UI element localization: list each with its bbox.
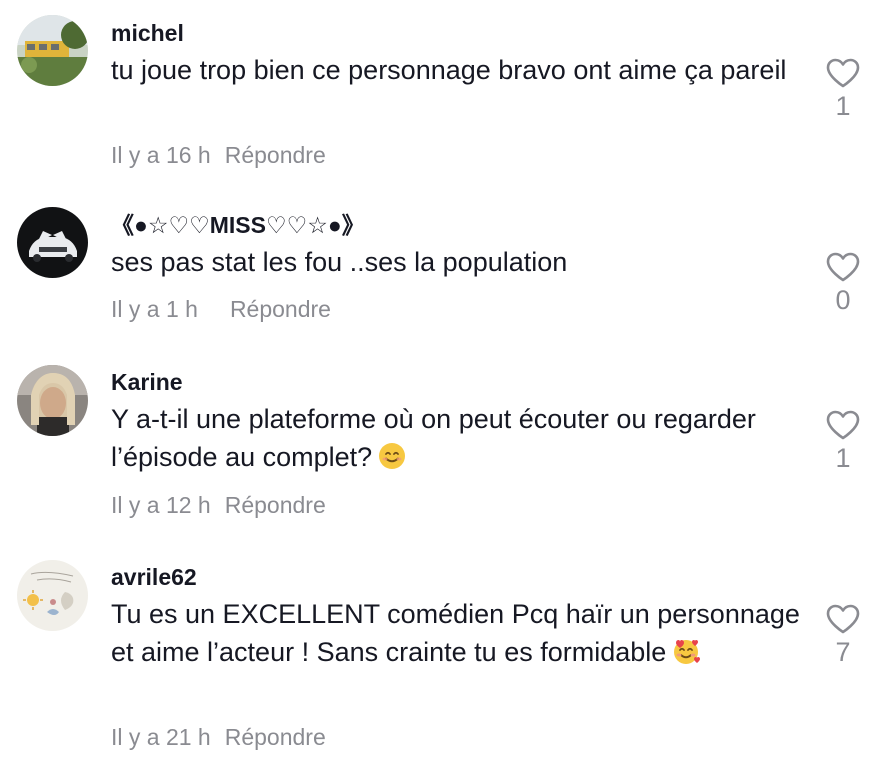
comment-meta: Il y a 1 h Répondre — [111, 296, 331, 323]
like-count: 7 — [835, 637, 851, 667]
timestamp: Il y a 1 h — [111, 296, 198, 322]
reply-button[interactable]: Répondre — [225, 142, 326, 168]
comment-text-content: Y a-t-il une plateforme où on peut écout… — [111, 404, 756, 472]
reply-button[interactable]: Répondre — [230, 296, 331, 322]
heart-icon[interactable] — [826, 58, 860, 88]
reply-button[interactable]: Répondre — [225, 492, 326, 518]
comment-text: Tu es un EXCELLENT comédien Pcq haïr un … — [111, 595, 801, 671]
like-count: 1 — [835, 443, 851, 473]
smiling-face-with-hearts-emoji — [674, 640, 701, 664]
timestamp: Il y a 16 h — [111, 142, 211, 168]
comment-meta: Il y a 12 h Répondre — [111, 492, 326, 519]
heart-icon[interactable] — [826, 252, 860, 282]
like-count: 0 — [835, 285, 851, 315]
timestamp: Il y a 21 h — [111, 724, 211, 750]
like-control: 0 — [818, 252, 868, 316]
smiling-face-emoji — [379, 443, 406, 469]
comment-text: ses pas stat les fou ..ses la population — [111, 247, 568, 277]
timestamp: Il y a 12 h — [111, 492, 211, 518]
username[interactable]: michel — [111, 18, 801, 48]
like-control: 7 — [818, 604, 868, 668]
avatar[interactable] — [17, 560, 88, 631]
comment-meta: Il y a 21 h Répondre — [111, 724, 326, 751]
avatar[interactable] — [17, 207, 88, 278]
like-count: 1 — [835, 91, 851, 121]
heart-icon[interactable] — [826, 410, 860, 440]
comment-text: tu joue trop bien ce personnage bravo on… — [111, 55, 787, 85]
comment-meta: Il y a 16 h Répondre — [111, 142, 326, 169]
like-control: 1 — [818, 58, 868, 122]
like-control: 1 — [818, 410, 868, 474]
avatar[interactable] — [17, 15, 88, 86]
comment-text: Y a-t-il une plateforme où on peut écout… — [111, 400, 801, 476]
username[interactable]: avrile62 — [111, 562, 801, 592]
avatar[interactable] — [17, 365, 88, 436]
username[interactable]: 《●☆♡♡MISS♡♡☆●》 — [111, 210, 801, 240]
heart-icon[interactable] — [826, 604, 860, 634]
username[interactable]: Karine — [111, 367, 801, 397]
reply-button[interactable]: Répondre — [225, 724, 326, 750]
